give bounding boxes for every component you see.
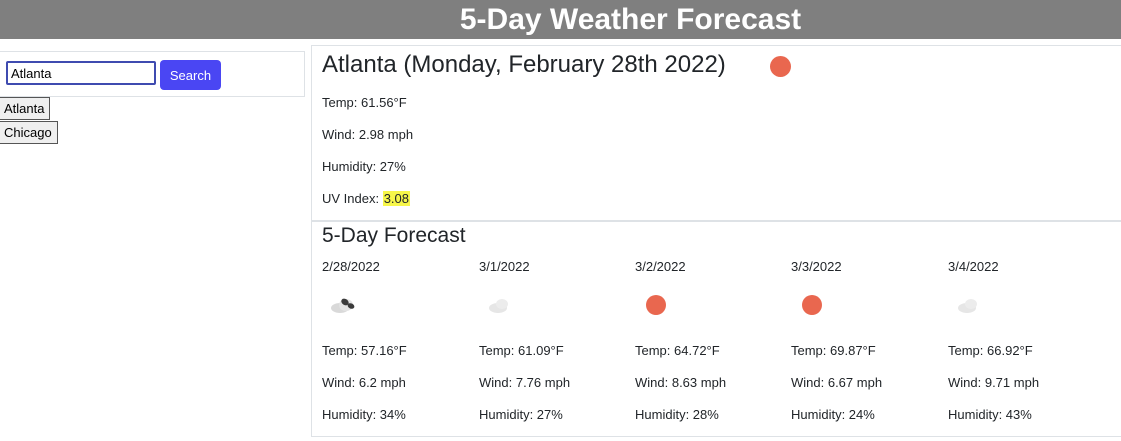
forecast-panel: 5-Day Forecast 2/28/2022 Temp: 57.16°F W… bbox=[311, 221, 1121, 437]
clear-sun-icon bbox=[802, 295, 822, 315]
forecast-temp: Temp: 69.87°F bbox=[791, 343, 876, 358]
search-button[interactable]: Search bbox=[160, 60, 221, 90]
current-weather-panel: Atlanta (Monday, February 28th 2022) Tem… bbox=[311, 45, 1121, 221]
forecast-temp: Temp: 66.92°F bbox=[948, 343, 1033, 358]
search-panel: Search bbox=[0, 51, 305, 97]
forecast-temp: Temp: 64.72°F bbox=[635, 343, 720, 358]
broken-clouds-icon bbox=[331, 298, 355, 313]
forecast-humidity: Humidity: 34% bbox=[322, 407, 406, 422]
page-title: 5-Day Weather Forecast bbox=[459, 2, 802, 36]
forecast-date: 3/4/2022 bbox=[948, 259, 999, 274]
forecast-temp: Temp: 61.09°F bbox=[479, 343, 564, 358]
app-header: 5-Day Weather Forecast bbox=[0, 0, 1121, 39]
history-button-chicago[interactable]: Chicago bbox=[0, 121, 58, 144]
history-button-atlanta[interactable]: Atlanta bbox=[0, 97, 51, 120]
current-humidity: Humidity: 27% bbox=[322, 159, 406, 174]
current-wind: Wind: 2.98 mph bbox=[322, 127, 414, 142]
forecast-card: 3/1/2022 Temp: 61.09°F Wind: 7.76 mph Hu… bbox=[479, 259, 629, 429]
forecast-date: 2/28/2022 bbox=[322, 259, 380, 274]
uv-label: UV Index: bbox=[322, 191, 383, 206]
forecast-humidity: Humidity: 43% bbox=[948, 407, 1032, 422]
forecast-title: 5-Day Forecast bbox=[322, 224, 466, 247]
forecast-temp: Temp: 57.16°F bbox=[322, 343, 407, 358]
forecast-date: 3/2/2022 bbox=[635, 259, 686, 274]
city-search-input[interactable] bbox=[6, 61, 156, 85]
forecast-card: 3/4/2022 Temp: 66.92°F Wind: 9.71 mph Hu… bbox=[948, 259, 1098, 429]
forecast-humidity: Humidity: 28% bbox=[635, 407, 719, 422]
forecast-card: 3/2/2022 Temp: 64.72°F Wind: 8.63 mph Hu… bbox=[635, 259, 785, 429]
forecast-card: 2/28/2022 Temp: 57.16°F Wind: 6.2 mph Hu… bbox=[322, 259, 472, 429]
forecast-wind: Wind: 8.63 mph bbox=[635, 375, 727, 390]
forecast-card: 3/3/2022 Temp: 69.87°F Wind: 6.67 mph Hu… bbox=[791, 259, 941, 429]
forecast-date: 3/3/2022 bbox=[791, 259, 842, 274]
uv-value-badge: 3.08 bbox=[382, 191, 411, 206]
current-uv-index: UV Index: 3.08 bbox=[322, 191, 411, 206]
forecast-wind: Wind: 7.76 mph bbox=[479, 375, 571, 390]
forecast-humidity: Humidity: 27% bbox=[479, 407, 563, 422]
current-city-title: Atlanta (Monday, February 28th 2022) bbox=[322, 51, 726, 78]
forecast-wind: Wind: 6.67 mph bbox=[791, 375, 883, 390]
few-clouds-icon bbox=[958, 299, 977, 313]
forecast-date: 3/1/2022 bbox=[479, 259, 530, 274]
forecast-wind: Wind: 6.2 mph bbox=[322, 375, 406, 390]
clear-sun-icon bbox=[770, 56, 791, 77]
forecast-humidity: Humidity: 24% bbox=[791, 407, 875, 422]
current-temp: Temp: 61.56°F bbox=[322, 95, 407, 110]
clear-sun-icon bbox=[646, 295, 666, 315]
forecast-wind: Wind: 9.71 mph bbox=[948, 375, 1040, 390]
few-clouds-icon bbox=[489, 299, 508, 313]
